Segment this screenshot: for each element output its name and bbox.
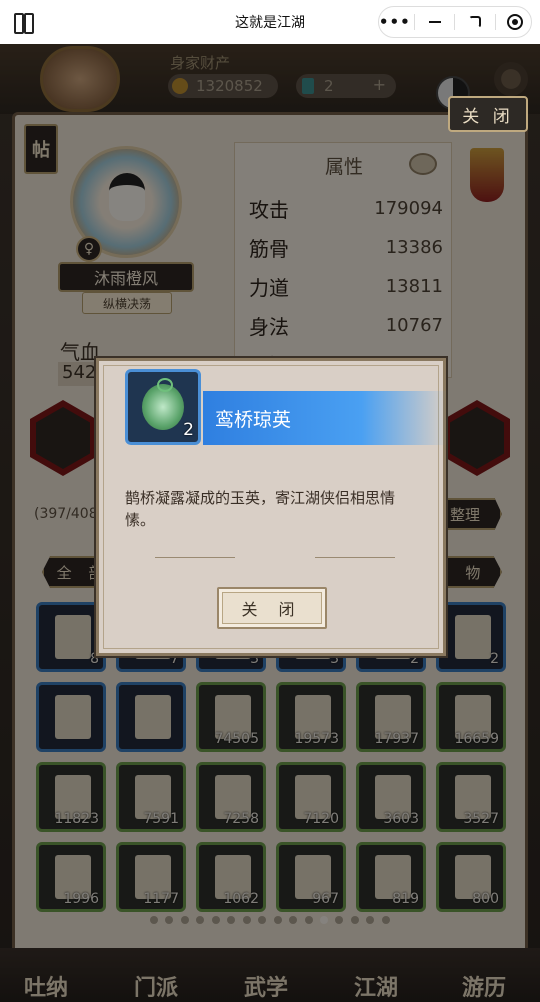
item-description: 鹊桥凝露凝成的玉英，寄江湖侠侣相思情愫。 <box>125 489 396 529</box>
item-icon-frame: 2 <box>125 369 201 445</box>
panel-close-button[interactable]: 关 闭 <box>448 96 528 132</box>
jade-pendant-icon <box>142 378 184 430</box>
minimize-button[interactable] <box>423 12 447 32</box>
item-detail-popup: 鸾桥琼英 2 鹊桥凝露凝成的玉英，寄江湖侠侣相思情愫。 关 闭 <box>96 358 447 656</box>
restore-button[interactable] <box>463 12 487 32</box>
ornament-divider <box>155 551 395 565</box>
item-count: 2 <box>183 420 194 440</box>
capsule-divider <box>494 14 496 30</box>
capsule-divider <box>414 14 416 30</box>
sidebar-toggle-icon[interactable] <box>14 12 34 34</box>
restore-icon <box>469 16 482 28</box>
page-title: 这就是江湖 <box>235 15 305 31</box>
mini-program-topbar: 这就是江湖 ••• <box>0 0 540 44</box>
more-dots-icon[interactable]: ••• <box>379 12 410 32</box>
minus-icon <box>428 21 441 23</box>
capsule-menu: ••• <box>378 6 532 38</box>
popup-close-button[interactable]: 关 闭 <box>217 587 327 629</box>
app-root: 这就是江湖 ••• 身家财产 1320852 2 + 帖 ♀ 沐雨橙风 纵横决荡 … <box>0 0 540 1002</box>
target-icon <box>507 14 524 30</box>
item-title: 鸾桥琼英 <box>215 409 292 431</box>
close-miniprogram-button[interactable] <box>503 12 527 32</box>
capsule-divider <box>454 14 456 30</box>
